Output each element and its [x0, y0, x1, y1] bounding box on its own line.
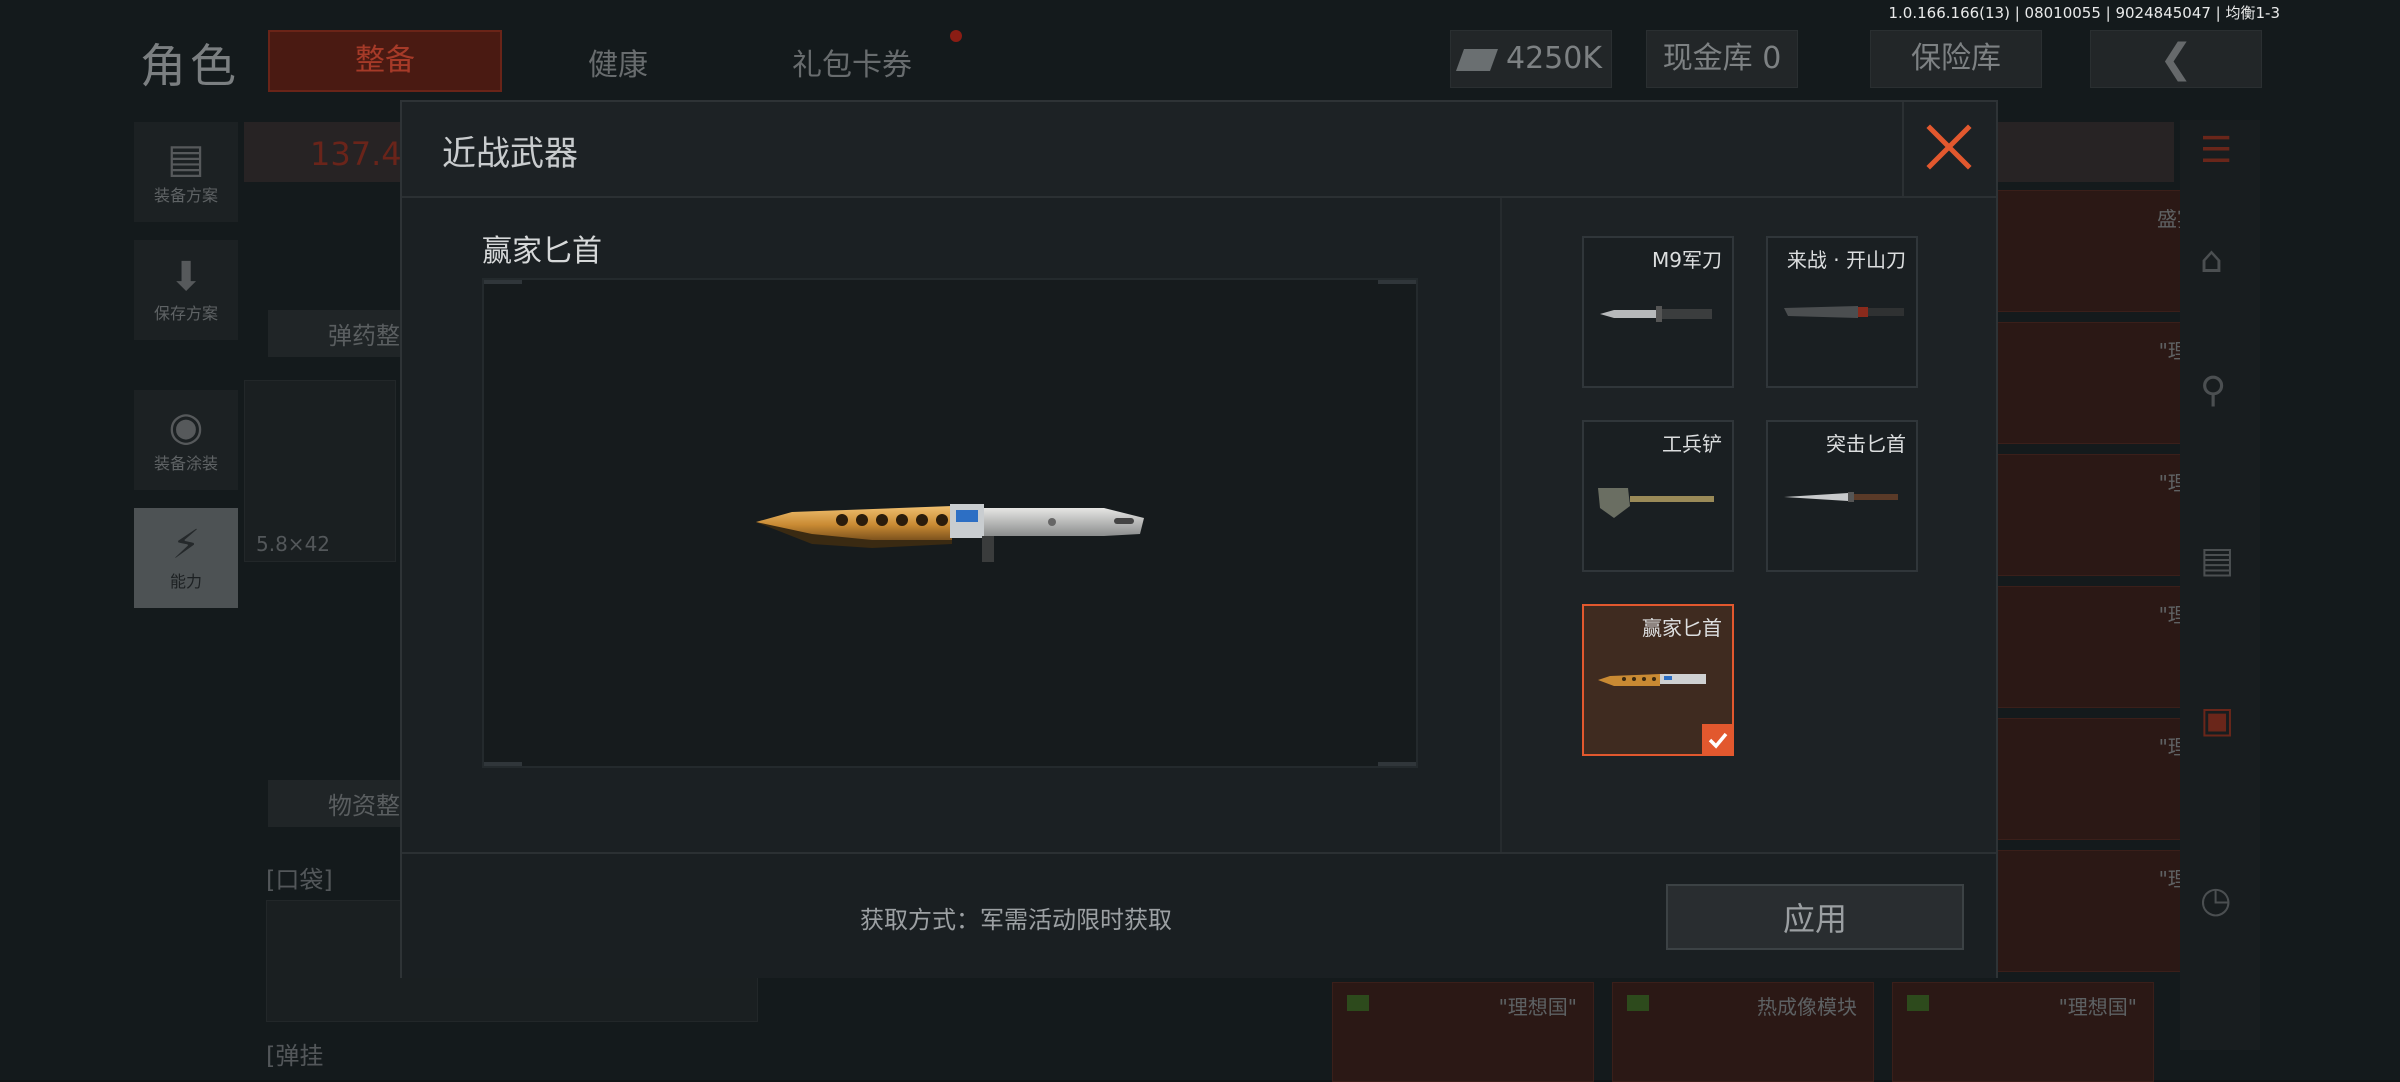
item-label: 突击匕首 — [1826, 432, 1906, 456]
card-utopia[interactable]: "理想国" — [1892, 982, 2154, 1082]
download-icon: ⬇ — [169, 254, 203, 300]
nav-save-plan[interactable]: ⬇ 保存方案 — [134, 240, 238, 340]
shovel-image — [1598, 488, 1714, 518]
card-thermal-module[interactable]: 热成像模块 — [1612, 982, 1874, 1082]
item-label: 来战 · 开山刀 — [1786, 248, 1906, 272]
check-icon — [1708, 732, 1728, 749]
card-utopia[interactable]: "理想国" — [1332, 982, 1594, 1082]
corner-mark — [1378, 280, 1416, 284]
melee-weapon-dialog: 近战武器 赢家匕首 M9军刀 来战 · 开山刀 工兵铲 突击匕首 赢家匕首 获取… — [400, 100, 1998, 978]
layers-icon[interactable]: ☰ — [2200, 130, 2232, 171]
nav-save-plan-label: 保存方案 — [153, 304, 218, 323]
nav-loadout-plan-label: 装备方案 — [153, 186, 218, 205]
nav-ability-label: 能力 — [169, 572, 202, 591]
belt-label: [弹挂 — [266, 1042, 324, 1070]
acquisition-prefix: 获取方式： — [860, 906, 980, 934]
tab-equipment[interactable]: 整备 — [268, 30, 502, 92]
card-label: "理想国" — [2058, 995, 2137, 1019]
currency-value: 4250K — [1505, 41, 1603, 76]
card-label: "理想国" — [1498, 995, 1577, 1019]
bag-icon[interactable]: ▣ — [2200, 700, 2234, 741]
item-winner-dagger[interactable]: 赢家匕首 — [1582, 604, 1734, 756]
item-label: M9军刀 — [1652, 248, 1722, 272]
currency-chip[interactable]: 4250K — [1450, 30, 1612, 88]
item-engineer-shovel[interactable]: 工兵铲 — [1582, 420, 1734, 572]
nav-ability[interactable]: ⚡ 能力 — [134, 508, 238, 608]
dialog-footer: 获取方式：军需活动限时获取 应用 — [402, 852, 1996, 978]
corner-mark — [484, 280, 522, 284]
nav-paint-label: 装备涂装 — [153, 454, 218, 473]
key-icon[interactable]: ⚲ — [2200, 370, 2226, 411]
home-icon[interactable]: ⌂ — [2200, 240, 2223, 281]
grid-icon — [1907, 995, 1929, 1011]
item-grid-pane — [1502, 198, 1996, 852]
acquisition-method: 军需活动限时获取 — [980, 906, 1172, 934]
back-button[interactable]: ❮ — [2090, 30, 2262, 88]
supply-section-label: 物资整 — [268, 780, 414, 827]
winner-dagger-image — [752, 488, 1152, 572]
dialog-title: 近战武器 — [442, 134, 578, 174]
tab-health[interactable]: 健康 — [588, 40, 648, 84]
cash-vault-button[interactable]: 现金库 0 — [1646, 30, 1798, 88]
cash-icon — [1455, 48, 1498, 71]
item-m9-bayonet[interactable]: M9军刀 — [1582, 236, 1734, 388]
corner-mark — [1378, 762, 1416, 766]
machete-image — [1784, 306, 1904, 318]
money-icon[interactable]: ▤ — [2200, 540, 2234, 581]
tab-gift-cards[interactable]: 礼包卡券 — [792, 40, 912, 84]
close-button[interactable] — [1902, 102, 1996, 196]
safe-vault-button[interactable]: 保险库 — [1870, 30, 2042, 88]
selected-check — [1702, 724, 1734, 756]
pocket-label: [口袋] — [266, 866, 333, 894]
version-info: 1.0.166.166(13) | 08010055 | 9024845047 … — [1888, 4, 2281, 22]
nav-paint[interactable]: ◉ 装备涂装 — [134, 390, 238, 490]
corner-mark — [484, 762, 522, 766]
back-arrow-icon: ❮ — [2159, 36, 2193, 82]
assault-dagger-image — [1784, 492, 1898, 502]
right-toolbar: ☰ ⌂ ⚲ ▤ ▣ ◷ — [2180, 120, 2260, 1050]
item-label: 赢家匕首 — [1642, 616, 1722, 640]
vest-icon: ▤ — [167, 136, 205, 182]
m9-bayonet-image — [1600, 306, 1712, 322]
grid-icon — [1627, 995, 1649, 1011]
nav-loadout-plan[interactable]: ▤ 装备方案 — [134, 122, 238, 222]
selected-item-name: 赢家匕首 — [482, 234, 602, 269]
ammo-caliber: 5.8×42 — [256, 532, 331, 556]
left-nav: ▤ 装备方案 ⬇ 保存方案 ◉ 装备涂装 ⚡ 能力 — [134, 122, 238, 626]
acquisition-info: 获取方式：军需活动限时获取 — [860, 900, 1172, 935]
winner-dagger-thumb — [1598, 674, 1706, 686]
grid-icon — [1347, 995, 1369, 1011]
close-icon — [1926, 124, 1972, 170]
weapon-preview — [482, 278, 1418, 768]
item-laizhan-machete[interactable]: 来战 · 开山刀 — [1766, 236, 1918, 388]
dialog-header: 近战武器 — [402, 102, 1996, 198]
notification-dot — [950, 30, 962, 42]
lightning-icon: ⚡ — [171, 522, 201, 568]
card-label: 热成像模块 — [1757, 995, 1857, 1019]
item-label: 工兵铲 — [1662, 432, 1722, 456]
item-assault-dagger[interactable]: 突击匕首 — [1766, 420, 1918, 572]
ammo-section-label: 弹药整 — [268, 310, 414, 357]
clock-icon[interactable]: ◷ — [2200, 880, 2231, 921]
page-title: 角色 — [140, 39, 240, 93]
apply-button[interactable]: 应用 — [1666, 884, 1964, 950]
soldier-icon: ◉ — [168, 404, 204, 450]
